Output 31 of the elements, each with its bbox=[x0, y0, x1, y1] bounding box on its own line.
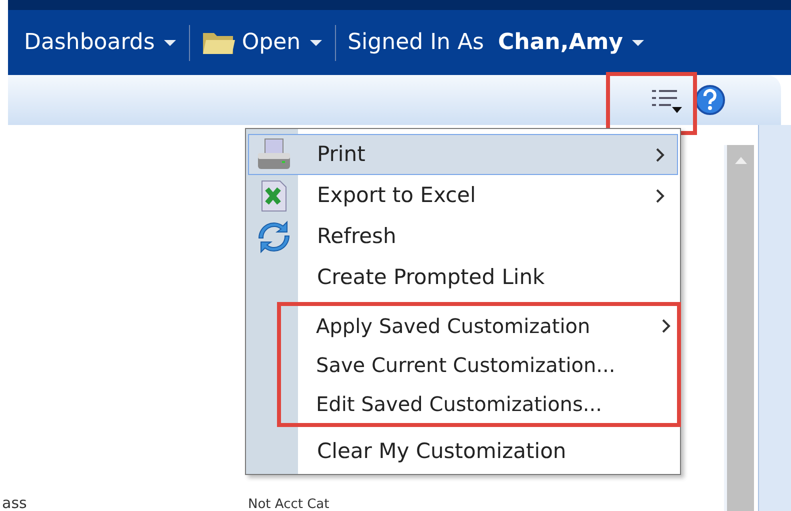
dashboards-menu[interactable]: Dashboards bbox=[24, 26, 177, 59]
menu-item-label: Edit Saved Customizations... bbox=[316, 390, 602, 418]
menu-item-label: Print bbox=[317, 140, 366, 168]
open-menu[interactable]: Open bbox=[202, 26, 323, 59]
background-text: ass bbox=[2, 493, 27, 511]
user-menu[interactable]: Chan,Amy bbox=[498, 26, 645, 59]
menu-item-label: Refresh bbox=[317, 222, 396, 250]
menu-item[interactable]: Clear My Customization bbox=[248, 431, 678, 472]
menu-item-label: Create Prompted Link bbox=[317, 264, 545, 291]
menu-item[interactable]: Create Prompted Link bbox=[248, 257, 678, 298]
chevron-right-icon bbox=[655, 146, 665, 162]
menu-item[interactable]: Export to Excel bbox=[248, 175, 678, 216]
refresh-icon bbox=[257, 220, 291, 254]
menu-item[interactable]: Apply Saved Customization bbox=[246, 306, 677, 345]
help-icon[interactable] bbox=[694, 84, 726, 116]
chevron-right-icon bbox=[661, 318, 671, 334]
menu-item-label: Save Current Customization... bbox=[316, 352, 616, 378]
background-text: Not Acct Cat bbox=[248, 496, 330, 511]
spreadsheet-icon bbox=[260, 180, 288, 212]
chevron-right-icon bbox=[655, 188, 665, 204]
caret-icon bbox=[630, 38, 645, 46]
caret-icon bbox=[308, 38, 323, 46]
signed-in-label: Signed In As bbox=[348, 29, 484, 57]
menu-item[interactable]: Save Current Customization... bbox=[246, 345, 677, 384]
caret-icon bbox=[162, 38, 177, 46]
menu-item[interactable]: Refresh bbox=[248, 216, 678, 257]
menu-item-label: Export to Excel bbox=[317, 182, 476, 209]
menu-item[interactable]: Edit Saved Customizations... bbox=[246, 384, 677, 423]
menu-item-label: Apply Saved Customization bbox=[316, 312, 590, 340]
menu-item-label: Clear My Customization bbox=[317, 438, 566, 465]
menu-item[interactable]: Print bbox=[248, 134, 678, 175]
